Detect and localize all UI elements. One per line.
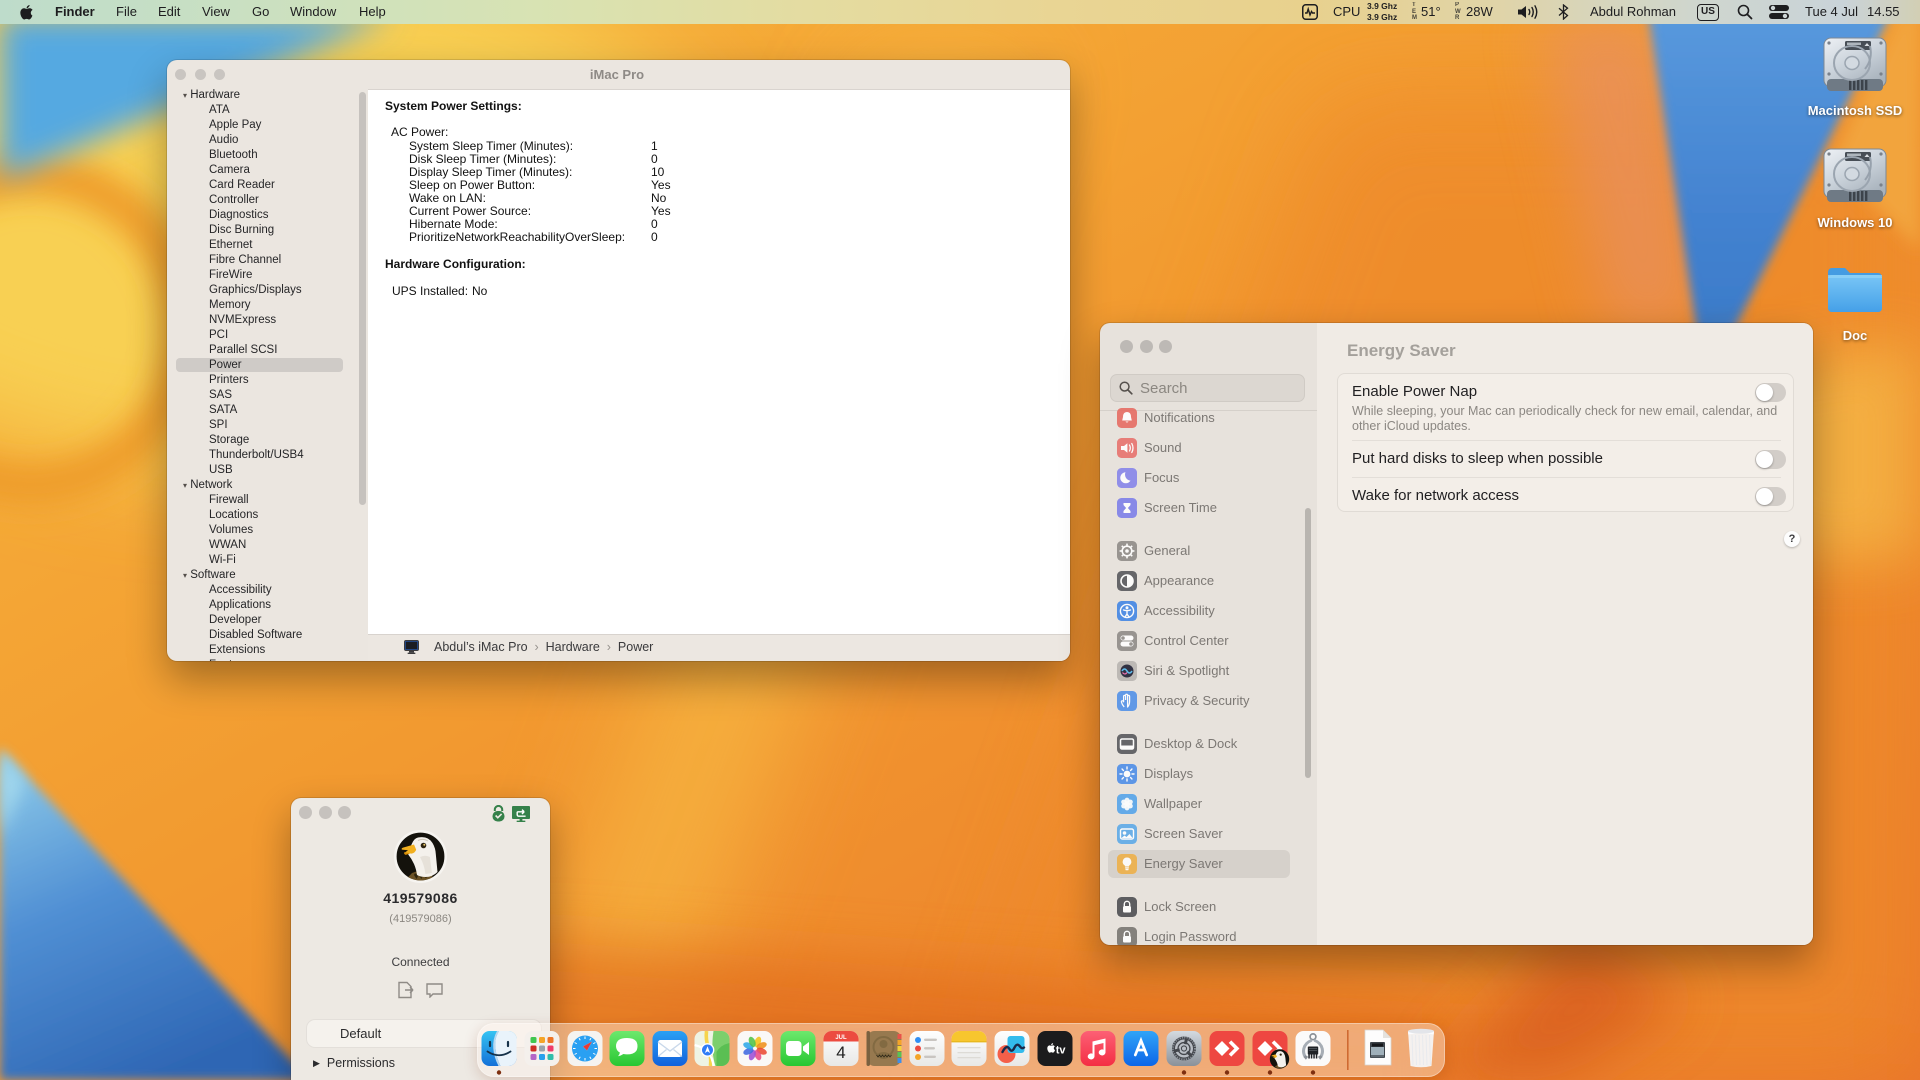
svg-text:tv: tv — [1056, 1044, 1067, 1056]
svg-text:4: 4 — [836, 1043, 845, 1062]
svg-text:JUL: JUL — [835, 1035, 847, 1041]
